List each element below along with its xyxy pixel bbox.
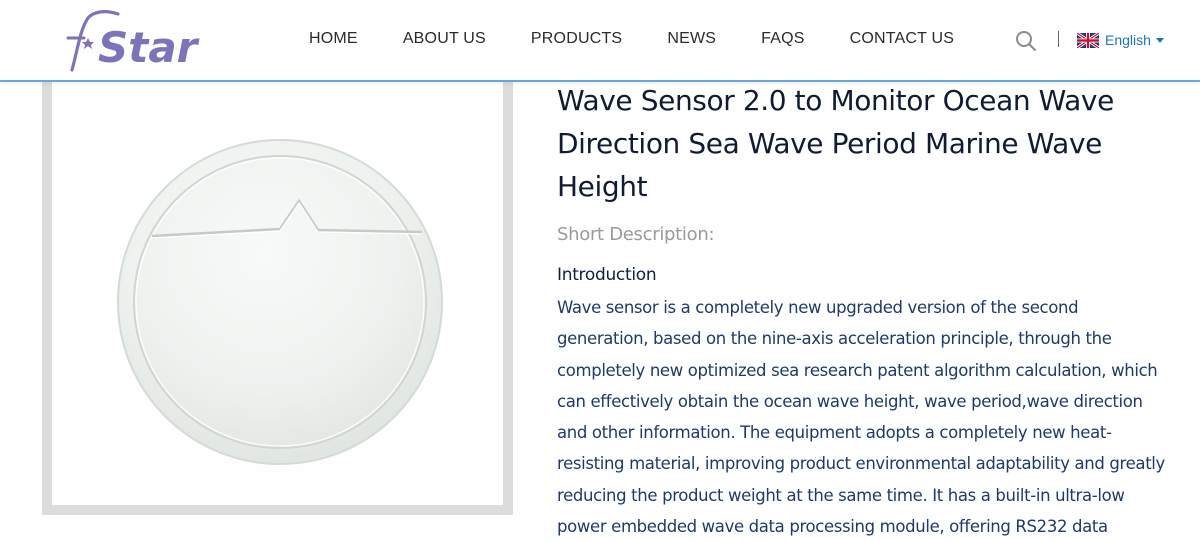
uk-flag-icon [1077, 32, 1099, 48]
product-image[interactable] [52, 60, 503, 505]
site-header: Star HOME ABOUT US PRODUCTS NEWS FAQS CO… [0, 0, 1200, 82]
product-image-frame [42, 60, 513, 515]
introduction-heading: Introduction [557, 265, 657, 285]
nav-products[interactable]: PRODUCTS [531, 30, 622, 52]
nav-contact-us[interactable]: CONTACT US [850, 30, 955, 52]
brand-logo[interactable]: Star [58, 8, 218, 74]
nav-news[interactable]: NEWS [667, 30, 716, 52]
product-title: Wave Sensor 2.0 to Monitor Ocean Wave Di… [557, 84, 1114, 203]
introduction-text: Wave sensor is a completely new upgraded… [557, 298, 1165, 537]
language-selector[interactable]: English [1077, 31, 1164, 49]
search-icon[interactable] [1015, 30, 1037, 52]
wave-sensor-image [110, 136, 450, 480]
nav-home[interactable]: HOME [309, 30, 358, 52]
short-description-label: Short Description: [557, 224, 715, 245]
chevron-down-icon [1155, 37, 1164, 43]
header-divider [1058, 31, 1059, 47]
svg-text:Star: Star [98, 23, 200, 72]
fstar-logo-icon: Star [66, 10, 200, 72]
main-nav: HOME ABOUT US PRODUCTS NEWS FAQS CONTACT… [309, 30, 954, 52]
nav-faqs[interactable]: FAQS [761, 30, 804, 52]
language-label: English [1105, 32, 1151, 48]
nav-about-us[interactable]: ABOUT US [403, 30, 486, 52]
